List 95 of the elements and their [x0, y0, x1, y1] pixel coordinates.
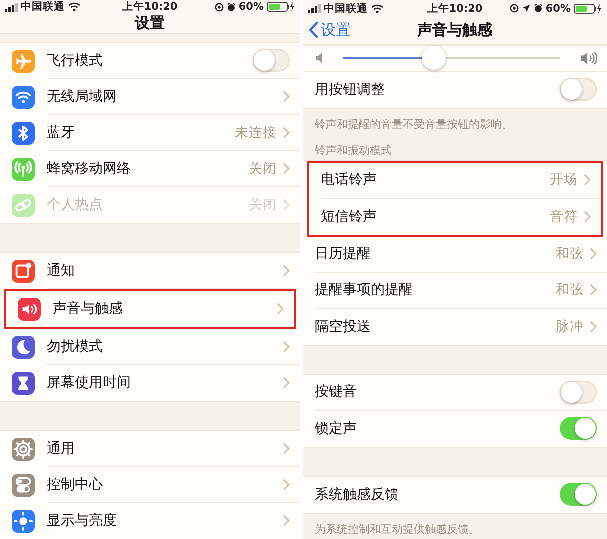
screen-title: 设置 [135, 14, 165, 33]
rotation-lock-icon [214, 2, 224, 12]
settings-row[interactable]: 通知 [0, 253, 300, 289]
status-time: 上午10:20 [122, 0, 178, 14]
wifi-icon [68, 2, 81, 12]
row-label: 勿扰模式 [47, 338, 104, 356]
chevron-right-icon [590, 320, 597, 333]
screen-title: 声音与触感 [418, 20, 492, 40]
row-label: 短信铃声 [321, 208, 378, 226]
chevron-right-icon [283, 442, 290, 454]
settings-row[interactable]: 无线局域网 [0, 79, 300, 115]
chevron-right-icon [283, 340, 290, 352]
row-label: 蓝牙 [47, 124, 76, 142]
signal-icon [308, 4, 321, 14]
chevron-right-icon [283, 377, 290, 389]
settings-row[interactable]: 蓝牙 未连接 [0, 115, 300, 151]
battery-icon [574, 4, 602, 14]
row-label: 显示与亮度 [47, 512, 118, 530]
wifi-icon [371, 4, 384, 14]
settings-row[interactable]: 屏幕使用时间 [0, 365, 300, 401]
rotation-lock-icon [510, 4, 519, 14]
footnote-text: 铃声和提醒的音量不受音量按钮的影响。 [314, 116, 514, 133]
settings-row[interactable]: 提醒事项的提醒 和弦 [303, 272, 607, 309]
chevron-right-icon [283, 264, 290, 276]
settings-row[interactable]: 通用 [0, 431, 300, 467]
row-label: 系统触感反馈 [315, 486, 400, 504]
section-header: 铃声和振动模式 [314, 142, 393, 159]
toggle-switch[interactable] [560, 483, 597, 506]
row-label: 提醒事项的提醒 [315, 281, 414, 300]
row-value: 未连接 [235, 124, 277, 142]
row-label: 个人热点 [47, 196, 104, 214]
row-label: 蜂窝移动网络 [47, 160, 132, 178]
settings-row[interactable]: 控制中心 [0, 467, 300, 503]
chevron-right-icon [283, 162, 290, 174]
row-value: 开场 [550, 171, 578, 190]
settings-row[interactable]: 按键音 [303, 374, 607, 411]
row-label: 通用 [47, 440, 76, 458]
battery-icon [267, 2, 295, 12]
carrier-name: 中国联通 [21, 0, 65, 14]
row-label: 按键音 [315, 383, 358, 402]
settings-row[interactable]: 锁定声 [303, 410, 607, 447]
battery-percent: 60% [238, 1, 264, 13]
chevron-right-icon [590, 284, 597, 296]
alarm-icon [226, 2, 236, 12]
speaker-high-icon [580, 50, 597, 66]
status-time: 上午10:20 [427, 2, 483, 16]
chevron-right-icon [283, 90, 290, 102]
chevron-right-icon [283, 199, 290, 211]
battery-percent: 60% [546, 2, 571, 15]
row-value: 和弦 [556, 281, 584, 300]
row-label: 通知 [47, 262, 76, 280]
settings-row[interactable]: 飞行模式 [0, 43, 300, 79]
toggle-switch[interactable] [560, 417, 597, 440]
slider-thumb[interactable] [422, 46, 446, 70]
toggle-switch[interactable] [560, 78, 597, 102]
row-value: 音符 [550, 208, 578, 226]
speaker-low-icon [315, 52, 323, 64]
row-value: 关闭 [249, 196, 277, 214]
row-label: 锁定声 [315, 420, 358, 438]
row-label: 无线局域网 [47, 88, 118, 106]
footnote-text: 为系统控制和互动提供触感反馈。 [314, 522, 481, 538]
row-label: 用按钮调整 [315, 80, 386, 99]
chevron-right-icon [283, 515, 290, 527]
settings-row[interactable]: 勿扰模式 [0, 329, 300, 365]
row-label: 声音与触感 [53, 300, 124, 318]
chevron-right-icon [283, 126, 290, 138]
row-value: 关闭 [249, 160, 277, 178]
settings-row[interactable]: 蜂窝移动网络 关闭 [0, 151, 300, 187]
carrier-name: 中国联通 [324, 2, 368, 16]
settings-row[interactable]: 隔空投送 脉冲 [303, 308, 607, 345]
row-value: 脉冲 [556, 318, 584, 336]
settings-row[interactable]: 短信铃声 音符 [309, 198, 601, 235]
chevron-right-icon [584, 174, 591, 186]
back-button[interactable]: 设置 [309, 17, 351, 44]
row-label: 日历提醒 [315, 245, 372, 264]
row-label: 电话铃声 [321, 171, 378, 190]
row-label: 隔空投送 [315, 318, 372, 336]
settings-row[interactable]: 显示与亮度 [0, 503, 300, 539]
chevron-right-icon [584, 210, 591, 223]
toggle-switch[interactable] [253, 49, 290, 72]
row-label: 飞行模式 [47, 52, 104, 70]
settings-row[interactable]: 电话铃声 开场 [309, 162, 601, 199]
chevron-right-icon [590, 248, 597, 260]
chevron-right-icon [277, 303, 284, 315]
signal-icon [5, 2, 18, 12]
row-label: 屏幕使用时间 [47, 374, 132, 392]
alarm-icon [534, 4, 543, 14]
toggle-switch[interactable] [560, 380, 597, 404]
settings-row[interactable]: 系统触感反馈 [303, 476, 607, 513]
row-value: 和弦 [556, 245, 584, 264]
settings-row[interactable]: 声音与触感 [6, 291, 294, 327]
row-label: 控制中心 [47, 476, 104, 494]
chevron-left-icon [309, 22, 319, 38]
settings-row[interactable]: 日历提醒 和弦 [303, 236, 607, 273]
chevron-right-icon [283, 478, 290, 490]
